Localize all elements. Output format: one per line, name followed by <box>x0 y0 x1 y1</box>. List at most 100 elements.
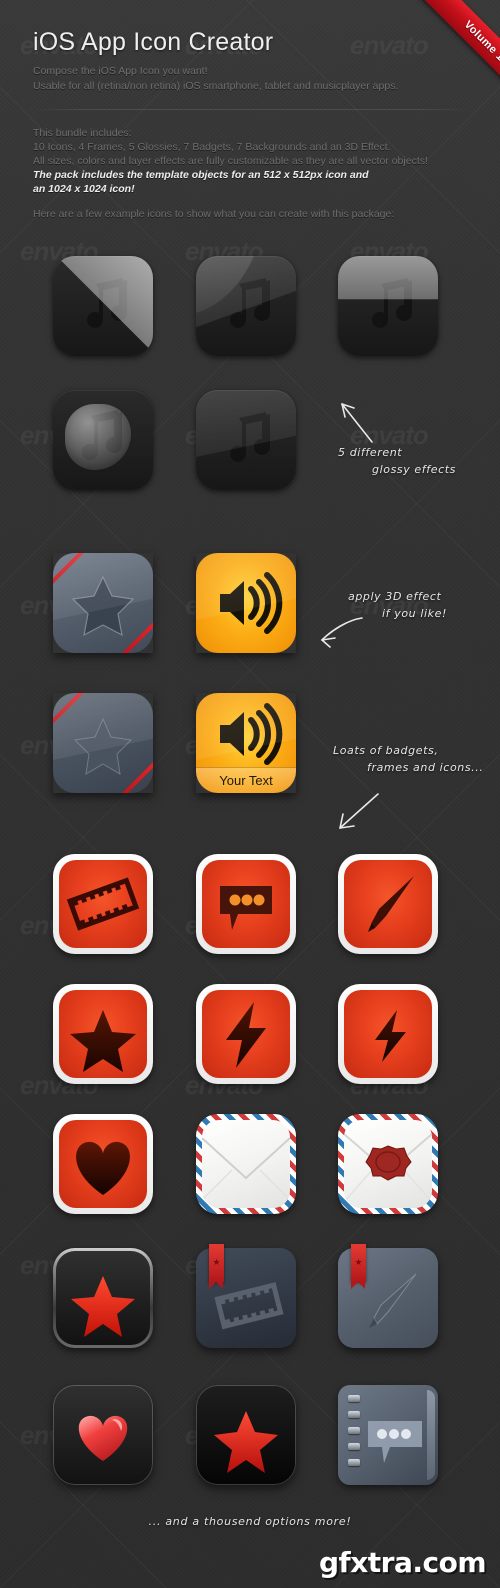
icon-surface <box>53 256 153 356</box>
icon-surface <box>338 1385 438 1485</box>
music-note-icon <box>87 278 127 328</box>
annotation-glossy: 5 different glossy effects <box>338 444 456 478</box>
lightning-bolt-icon <box>226 1002 266 1068</box>
poster-background: envato envato envato envato envato envat… <box>0 0 500 1588</box>
chat-bubble-icon <box>368 1421 422 1463</box>
icon-star-glossy-dark[interactable] <box>196 1385 296 1485</box>
icon-surface <box>196 390 296 490</box>
annotation-glossy-line1: 5 different <box>338 446 403 459</box>
bundle-line-4: The pack includes the template objects f… <box>33 169 369 181</box>
icon-frame <box>53 1385 153 1485</box>
bundle-line-1: This bundle includes: <box>33 127 132 139</box>
icon-film-strip-red-white-frame[interactable] <box>53 854 153 954</box>
bundle-line-5: an 1024 x 1024 icon! <box>33 183 135 195</box>
divider <box>33 109 470 110</box>
arrow-icon <box>341 403 373 443</box>
icon-star-red-white-frame[interactable] <box>53 984 153 1084</box>
icon-music-note-circle-gloss[interactable] <box>53 390 153 490</box>
music-note-icon <box>82 410 122 460</box>
icon-speaker-orange-3d[interactable] <box>196 553 296 659</box>
heart-icon <box>76 1141 130 1195</box>
chat-bubble-icon <box>220 886 272 930</box>
annotation-glossy-line2: glossy effects <box>372 463 457 476</box>
icon-surface <box>53 553 153 653</box>
star-icon <box>70 1010 136 1072</box>
icon-heart-red-white-frame[interactable] <box>53 1114 153 1214</box>
annotation-3d-line1: apply 3D effect <box>348 590 442 603</box>
icon-frame <box>53 1248 153 1348</box>
icon-music-note-half-gloss[interactable] <box>338 256 438 356</box>
icon-surface <box>202 990 290 1078</box>
footer-note: ... and a thousend options more! <box>148 1515 352 1528</box>
icon-frame <box>196 984 296 1084</box>
icon-music-note-diagonal-gloss[interactable] <box>53 256 153 356</box>
icon-brush-slate-ribbon[interactable]: ★ <box>338 1244 438 1348</box>
icon-music-note-soft-gloss[interactable] <box>196 390 296 490</box>
film-strip-icon <box>66 877 140 931</box>
icon-surface <box>202 1120 290 1208</box>
lead-text: Here are a few example icons to show wha… <box>33 208 395 220</box>
icon-star-slate-flat-striped[interactable] <box>53 693 153 793</box>
ribbon-badge-star-icon: ★ <box>212 1257 221 1267</box>
bundle-description: This bundle includes: 10 Icons, 4 Frames… <box>33 126 483 196</box>
icon-surface <box>59 860 147 948</box>
wax-seal-icon <box>365 1145 412 1181</box>
icon-frame <box>196 1385 296 1485</box>
icon-star-red-metal-frame[interactable] <box>53 1248 153 1348</box>
annotation-badgets: Loats of badgets, frames and icons... <box>333 742 483 776</box>
icon-text-band: Your Text <box>196 767 296 793</box>
icon-surface <box>344 990 432 1078</box>
hatch-overlay <box>0 0 500 1588</box>
icon-surface <box>56 1251 150 1345</box>
icon-frame <box>53 854 153 954</box>
annotation-badgets-line2: frames and icons... <box>367 761 484 774</box>
icon-speaker-orange-textband[interactable]: Your Text <box>196 693 296 793</box>
brush-icon <box>368 876 414 932</box>
header-subtitle-1: Compose the iOS App Icon you want! <box>33 65 208 77</box>
icon-bolt-small-red-white-frame[interactable] <box>338 984 438 1084</box>
icon-film-strip-slate-ribbon[interactable]: ★ <box>196 1244 296 1348</box>
icon-surface <box>53 693 153 793</box>
icon-envelope-airmail[interactable] <box>196 1114 296 1214</box>
annotation-badgets-line1: Loats of badgets, <box>333 744 439 757</box>
icon-surface: Your Text <box>196 693 296 793</box>
icon-frame <box>196 854 296 954</box>
icon-frame <box>196 1114 296 1214</box>
icon-frame <box>338 1114 438 1214</box>
icon-surface <box>59 990 147 1078</box>
icon-heart-glossy-dark[interactable] <box>53 1385 153 1485</box>
icon-surface <box>196 1385 296 1485</box>
icon-envelope-airmail-wax-seal[interactable] <box>338 1114 438 1214</box>
ribbon-badge-icon: ★ <box>209 1244 224 1289</box>
icon-bolt-large-red-white-frame[interactable] <box>196 984 296 1084</box>
icon-brush-red-white-frame[interactable] <box>338 854 438 954</box>
bundle-line-3: All sizes, colors and layer effects are … <box>33 155 428 167</box>
header: iOS App Icon Creator Compose the iOS App… <box>33 28 473 93</box>
speaker-icon <box>220 572 283 634</box>
icon-surface <box>344 860 432 948</box>
icon-frame <box>338 984 438 1084</box>
icon-surface <box>344 1120 432 1208</box>
star-icon <box>71 1276 135 1337</box>
arrow-icon <box>339 793 379 829</box>
icon-chat-bubble-red-white-frame[interactable] <box>196 854 296 954</box>
icon-surface <box>53 390 153 490</box>
ribbon-badge-icon: ★ <box>351 1244 366 1289</box>
ribbon-badge-star-icon: ★ <box>354 1257 363 1267</box>
arrow-icon <box>321 617 363 648</box>
icon-notebook-chat-bubble[interactable] <box>338 1385 438 1485</box>
icon-frame <box>53 1114 153 1214</box>
icon-surface <box>53 1385 153 1485</box>
icon-surface <box>196 553 296 653</box>
icon-frame <box>338 854 438 954</box>
header-subtitle-2: Usable for all (retina/non retina) iOS s… <box>33 79 399 92</box>
bundle-line-2: 10 Icons, 4 Frames, 5 Glossies, 7 Badget… <box>33 141 391 153</box>
icon-music-note-curve-gloss[interactable] <box>196 256 296 356</box>
music-note-icon <box>372 278 412 328</box>
icon-surface <box>202 860 290 948</box>
icon-frame <box>53 984 153 1084</box>
icon-star-slate-3d-striped[interactable] <box>53 553 153 659</box>
page-title: iOS App Icon Creator <box>33 28 274 56</box>
music-note-icon <box>230 412 270 462</box>
lightning-bolt-icon <box>375 1010 406 1062</box>
